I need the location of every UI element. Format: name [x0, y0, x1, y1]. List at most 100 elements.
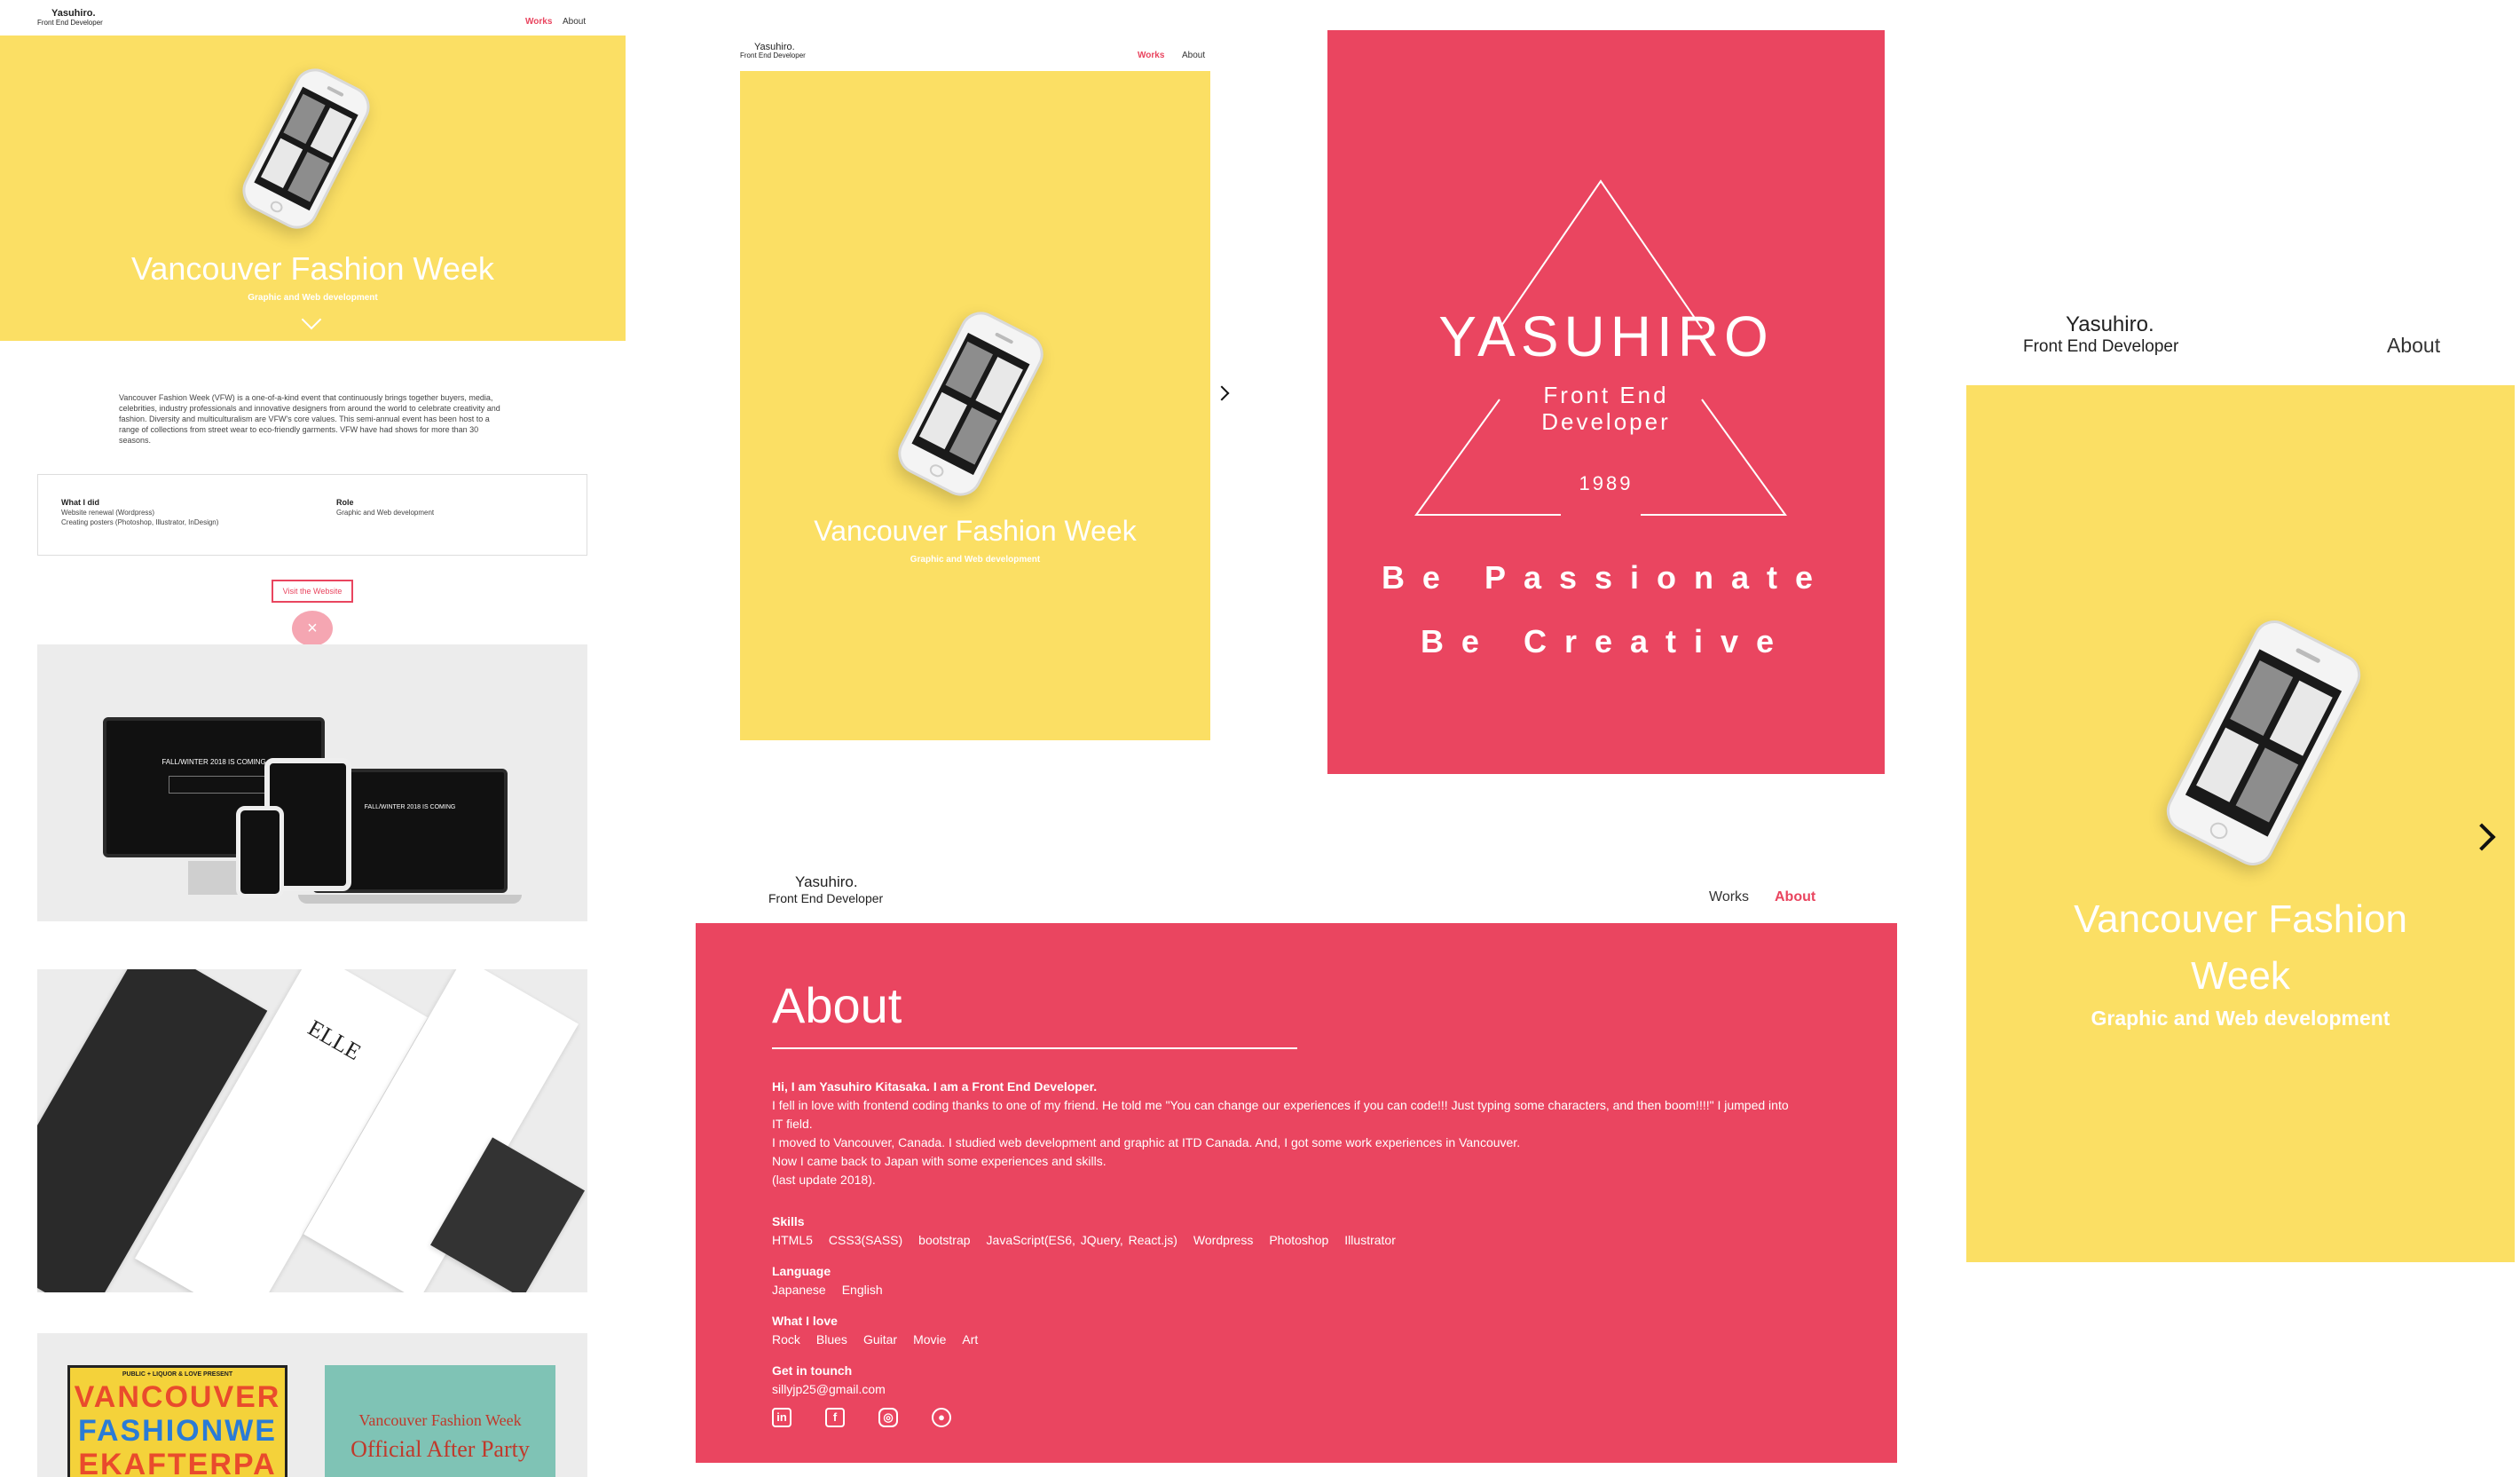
about-paragraph: (last update 2018).: [772, 1173, 876, 1187]
header: Yasuhiro. Front End Developer Works Abou…: [0, 0, 626, 36]
language-item: Japanese: [772, 1283, 826, 1297]
brand-name[interactable]: Yasuhiro.: [51, 8, 96, 19]
about-intro: Hi, I am Yasuhiro Kitasaka. I am a Front…: [772, 1079, 1098, 1094]
github-icon[interactable]: ●: [932, 1408, 951, 1427]
role-label: Role: [336, 498, 354, 507]
slogan-creative: Be Creative: [1420, 623, 1792, 660]
brand-tagline: Front End Developer: [768, 891, 884, 905]
logo-year: 1989: [1579, 472, 1634, 494]
logo-role-line1: Front End: [1543, 382, 1669, 408]
panel-project-detail: Yasuhiro. Front End Developer Works Abou…: [0, 0, 626, 1477]
skill-item: CSS3(SASS): [828, 1233, 903, 1247]
language-item: English: [841, 1283, 883, 1297]
about-section: About Hi, I am Yasuhiro Kitasaka. I am a…: [696, 923, 1897, 1463]
nav-works[interactable]: Works: [1138, 51, 1164, 60]
nav-about[interactable]: About: [1182, 51, 1205, 60]
brand-tagline: Front End Developer: [740, 51, 806, 59]
laptop-base: [298, 895, 522, 904]
what-i-did-item: Website renewal (Wordpress): [61, 509, 155, 517]
nav-about[interactable]: About: [563, 17, 586, 27]
phone-speaker: [327, 85, 344, 97]
chevron-right-icon[interactable]: [2468, 823, 2496, 851]
contact-label: Get in tounch: [772, 1363, 853, 1378]
skills-label: Skills: [772, 1214, 805, 1228]
project-card[interactable]: Vancouver Fashion Week Graphic and Web d…: [1966, 385, 2515, 1262]
about-heading-underline: [772, 1047, 1297, 1049]
project-title: Vancouver Fashion Week: [131, 250, 494, 287]
project-card[interactable]: Vancouver Fashion Week Graphic and Web d…: [740, 71, 1210, 740]
hero: Vancouver Fashion Week Graphic and Web d…: [0, 36, 626, 341]
project-subtitle: Graphic and Web development: [2091, 1007, 2390, 1030]
skill-item: Wordpress: [1193, 1233, 1254, 1247]
phone-home-button: [268, 199, 285, 215]
love-label: What I love: [772, 1314, 838, 1328]
devices-mockup-image: FALL/WINTER 2018 IS COMING FALL/WINTER 2…: [37, 644, 587, 921]
what-i-did-item: Creating posters (Photoshop, Illustrator…: [61, 518, 219, 526]
panel-tablet-works: Yasuhiro. Front End Developer Works Abou…: [728, 36, 1242, 746]
linkedin-icon[interactable]: in: [772, 1408, 791, 1427]
what-i-did-label: What I did: [61, 498, 99, 507]
project-description: Vancouver Fashion Week (VFW) is a one-of…: [119, 393, 500, 445]
close-icon: ×: [307, 619, 318, 638]
about-paragraph: I fell in love with frontend coding than…: [772, 1098, 1789, 1131]
slogan-passionate: Be Passionate: [1381, 559, 1831, 596]
skill-item: HTML5: [772, 1233, 813, 1247]
poster-1: PUBLIC + LIQUOR & LOVE PRESENT VANCOUVER…: [67, 1365, 287, 1477]
logo-role-line2: Developer: [1541, 408, 1671, 435]
role-value: Graphic and Web development: [336, 509, 435, 517]
about-paragraph: I moved to Vancouver, Canada. I studied …: [772, 1135, 1521, 1149]
skill-item: Photoshop: [1269, 1233, 1329, 1247]
instagram-icon[interactable]: ◎: [878, 1408, 898, 1427]
nav-about[interactable]: About: [1775, 889, 1815, 905]
skill-item: Illustrator: [1344, 1233, 1396, 1247]
brand-tagline: Front End Developer: [37, 19, 103, 27]
nav-works[interactable]: Works: [1709, 889, 1749, 905]
language-label: Language: [772, 1264, 831, 1278]
brand-name[interactable]: Yasuhiro.: [2066, 312, 2154, 337]
nav-works[interactable]: Works: [525, 17, 552, 27]
skill-item: JavaScript(ES6, JQuery, React.js): [986, 1233, 1177, 1247]
facebook-icon[interactable]: f: [825, 1408, 845, 1427]
close-button[interactable]: ×: [292, 611, 333, 646]
logo-name: YASUHIRO: [1438, 304, 1774, 368]
project-subtitle: Graphic and Web development: [910, 555, 1041, 565]
nav-about[interactable]: About: [2387, 334, 2440, 358]
project-title: Vancouver Fashion Week: [814, 515, 1137, 547]
email-link[interactable]: sillyjp25@gmail.com: [772, 1382, 886, 1396]
about-bio: Hi, I am Yasuhiro Kitasaka. I am a Front…: [772, 1078, 1792, 1189]
love-item: Art: [962, 1332, 979, 1347]
skills-list: HTML5 CSS3(SASS) bootstrap JavaScript(ES6, …: [772, 1231, 1792, 1250]
brand-name[interactable]: Yasuhiro.: [795, 873, 858, 891]
language-list: Japanese English: [772, 1281, 1792, 1299]
screens-mockup-image: ELLE: [37, 969, 587, 1292]
about-heading: About: [772, 977, 902, 1033]
project-info-box: What I did Website renewal (Wordpress) C…: [37, 474, 587, 556]
chevron-right-icon[interactable]: [1214, 385, 1230, 401]
love-item: Guitar: [862, 1332, 898, 1347]
phone-mockup: [891, 304, 1051, 503]
project-title: Vancouver Fashion Week: [2074, 897, 2407, 998]
love-list: Rock Blues Guitar Movie Art: [772, 1331, 1792, 1349]
love-item: Rock: [772, 1332, 800, 1347]
posters-image: PUBLIC + LIQUOR & LOVE PRESENT VANCOUVER…: [37, 1333, 587, 1477]
panel-about: Yasuhiro. Front End Developer Works Abou…: [696, 873, 1897, 1463]
chevron-down-icon[interactable]: [301, 309, 322, 330]
love-item: Movie: [913, 1332, 947, 1347]
project-subtitle: Graphic and Web development: [248, 293, 378, 303]
skill-item: bootstrap: [918, 1233, 971, 1247]
about-details: Skills HTML5 CSS3(SASS) bootstrap JavaScrip…: [772, 1212, 1792, 1427]
about-paragraph: Now I came back to Japan with some exper…: [772, 1154, 1106, 1168]
panel-logo: YASUHIRO Front End Developer 1989 Be Pas…: [1327, 30, 1885, 774]
poster-2: Vancouver Fashion Week Official After Pa…: [325, 1365, 555, 1477]
panel-mobile-works: Yasuhiro. Front End Developer About Vanc…: [1961, 312, 2520, 1271]
monitor-stand: [188, 861, 238, 895]
brand-tagline: Front End Developer: [2023, 337, 2179, 356]
phone-mockup: [2159, 612, 2368, 873]
social-links: in f ◎ ●: [772, 1408, 1792, 1427]
phone-screen: [253, 86, 359, 211]
love-item: Blues: [815, 1332, 847, 1347]
elle-logo: ELLE: [303, 1015, 366, 1066]
phone-mockup: [235, 61, 377, 236]
phone-small: [236, 806, 284, 898]
visit-website-button[interactable]: Visit the Website: [272, 580, 353, 603]
